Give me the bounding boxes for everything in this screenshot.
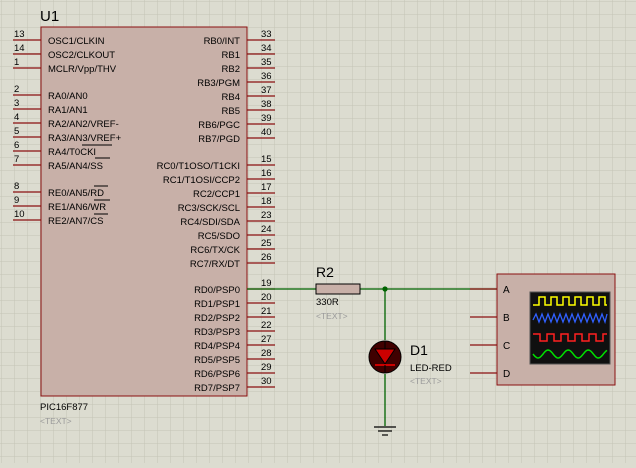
ic-pin-number: 28 (261, 348, 272, 359)
ic-pin-label: RD2/PSP2 (194, 313, 240, 324)
scope-channel-label: C (503, 341, 510, 352)
ic-pin-number: 33 (261, 29, 272, 40)
ic-pin-number: 19 (261, 278, 272, 289)
ic-pin-number: 16 (261, 168, 272, 179)
ic-reference: U1 (40, 8, 59, 25)
ic-pin-label: RC3/SCK/SCL (178, 203, 240, 214)
ic-pin-label: RD6/PSP6 (194, 369, 240, 380)
schematic-canvas[interactable]: U1 PIC16F877 <TEXT> 13 OSC1/CLKIN 14 OSC2/C… (0, 0, 636, 463)
ic-pin-label: RB6/PGC (198, 120, 240, 131)
resistor-reference: R2 (316, 264, 334, 280)
ic-pin-label: RD3/PSP3 (194, 327, 240, 338)
ic-pin-label: RB3/PGM (197, 78, 240, 89)
ic-pin-number: 15 (261, 154, 272, 165)
ic-pin-label: RD4/PSP4 (194, 341, 240, 352)
ic-pin-label: RC6/TX/CK (190, 245, 240, 256)
scope-channel-label: A (503, 285, 510, 296)
ic-pin-number: 26 (261, 252, 272, 263)
ic-pin-label: RA3/AN3/VREF+ (48, 133, 122, 144)
ic-pin-label: RA5/AN4/SS (48, 161, 103, 172)
ic-pin-number: 20 (261, 292, 272, 303)
ic-pin-number: 40 (261, 127, 272, 138)
ic-pin-label: MCLR/Vpp/THV (48, 64, 117, 75)
ic-pin-number: 24 (261, 224, 272, 235)
ic-pin-label: RA1/AN1 (48, 105, 88, 116)
scope-channel-label: D (503, 369, 510, 380)
ic-pin-number: 10 (14, 209, 25, 220)
ic-pin-number: 35 (261, 57, 272, 68)
led-value: LED-RED (410, 363, 452, 374)
ic-pin-number: 7 (14, 154, 19, 165)
ic-pin-label: RD1/PSP1 (194, 299, 240, 310)
ic-u1[interactable]: U1 PIC16F877 <TEXT> 13OSC1/CLKIN14OSC2/C… (13, 8, 275, 426)
ic-pin-number: 3 (14, 98, 19, 109)
ic-pin-number: 27 (261, 334, 272, 345)
resistor-text-hint: <TEXT> (316, 311, 348, 321)
ic-pin-label: RB4 (222, 92, 240, 103)
ic-pin-label: RC2/CCP1 (193, 189, 240, 200)
ic-pin-label: OSC2/CLKOUT (48, 50, 115, 61)
scope-screen (529, 291, 611, 365)
ic-pin-label: RE1/AN6/WR (48, 202, 106, 213)
ic-pin-label: RB1 (222, 50, 240, 61)
ic-pin-number: 17 (261, 182, 272, 193)
ic-pin-number: 18 (261, 196, 272, 207)
ic-pin-number: 36 (261, 71, 272, 82)
ic-pin-number: 25 (261, 238, 272, 249)
ic-pin-label: RA0/AN0 (48, 91, 88, 102)
ic-part-name: PIC16F877 (40, 402, 88, 413)
ic-pin-label: RD0/PSP0 (194, 285, 240, 296)
ic-pin-label: OSC1/CLKIN (48, 36, 105, 47)
ic-pin-number: 14 (14, 43, 25, 54)
resistor-body (315, 283, 361, 295)
ic-pin-label: RB7/PGD (198, 134, 240, 145)
ic-pin-label: RD7/PSP7 (194, 383, 240, 394)
ic-pin-label: RB0/INT (204, 36, 241, 47)
ic-pin-label: RA4/T0CKI (48, 147, 96, 158)
ic-pin-label: RC7/RX/DT (190, 259, 240, 270)
ic-pin-number: 37 (261, 85, 272, 96)
ic-pin-number: 8 (14, 181, 19, 192)
ic-pin-number: 9 (14, 195, 19, 206)
ic-pin-number: 23 (261, 210, 272, 221)
ic-pin-number: 13 (14, 29, 25, 40)
ic-pin-number: 4 (14, 112, 19, 123)
ic-pin-label: RD5/PSP5 (194, 355, 240, 366)
ic-pin-number: 34 (261, 43, 272, 54)
junction-dot (382, 286, 388, 292)
ic-pin-number: 2 (14, 84, 19, 95)
ic-pin-number: 5 (14, 126, 19, 137)
led-text-hint: <TEXT> (410, 376, 442, 386)
led-reference: D1 (410, 342, 428, 358)
ic-pin-number: 39 (261, 113, 272, 124)
ic-text-hint: <TEXT> (40, 416, 72, 426)
ic-pin-label: RC5/SDO (198, 231, 240, 242)
ic-pin-label: RA2/AN2/VREF- (48, 119, 119, 130)
ic-pin-label: RC4/SDI/SDA (180, 217, 240, 228)
ic-pin-number: 21 (261, 306, 272, 317)
ic-pin-label: RC1/T1OSI/CCP2 (163, 175, 240, 186)
ic-pin-label: RB2 (222, 64, 240, 75)
ic-pin-number: 38 (261, 99, 272, 110)
ic-pin-label: RB5 (222, 106, 240, 117)
ic-pin-label: RC0/T1OSO/T1CKI (157, 161, 240, 172)
ic-pin-number: 6 (14, 140, 19, 151)
ic-pin-label: RE0/AN5/RD (48, 188, 104, 199)
ic-pin-number: 30 (261, 376, 272, 387)
ic-pin-number: 22 (261, 320, 272, 331)
ic-pin-number: 29 (261, 362, 272, 373)
ic-pin-number: 1 (14, 57, 19, 68)
scope-channel-label: B (503, 313, 510, 324)
resistor-value: 330R (316, 297, 339, 308)
ic-pin-label: RE2/AN7/CS (48, 216, 103, 227)
